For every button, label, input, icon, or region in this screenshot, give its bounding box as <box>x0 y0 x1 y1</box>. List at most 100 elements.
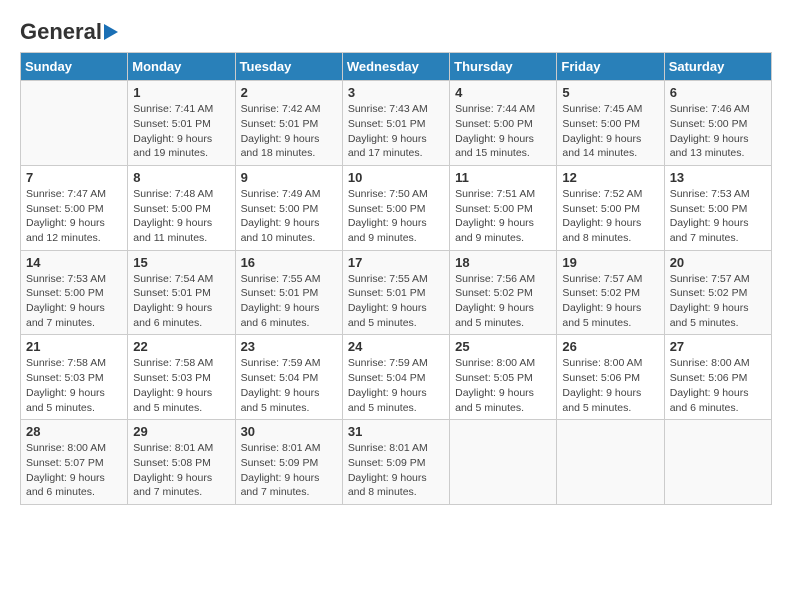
calendar-day-cell: 25Sunrise: 8:00 AMSunset: 5:05 PMDayligh… <box>450 335 557 420</box>
day-info: Sunrise: 7:54 AMSunset: 5:01 PMDaylight:… <box>133 272 229 331</box>
day-info: Sunrise: 7:48 AMSunset: 5:00 PMDaylight:… <box>133 187 229 246</box>
calendar-day-cell: 26 Sunrise: 8:00 AMSunset: 5:06 PMDayligh… <box>557 335 664 420</box>
calendar-day-cell: 27 Sunrise: 8:00 AMSunset: 5:06 PMDayligh… <box>664 335 771 420</box>
day-number: 11 <box>455 170 551 185</box>
day-number: 21 <box>26 339 122 354</box>
calendar-week-row: 7 Sunrise: 7:47 AMSunset: 5:00 PMDaylight… <box>21 165 772 250</box>
logo-arrow-icon <box>104 24 118 40</box>
calendar-week-row: 1 Sunrise: 7:41 AMSunset: 5:01 PMDaylight… <box>21 81 772 166</box>
calendar-day-cell: 3 Sunrise: 7:43 AMSunset: 5:01 PMDaylight… <box>342 81 449 166</box>
day-number: 30 <box>241 424 337 439</box>
weekday-header: Saturday <box>664 53 771 81</box>
calendar-day-cell <box>557 420 664 505</box>
weekday-header: Sunday <box>21 53 128 81</box>
day-info: Sunrise: 7:59 AMSunset: 5:04 PMDaylight:… <box>348 356 444 415</box>
calendar-table: SundayMondayTuesdayWednesdayThursdayFrid… <box>20 52 772 505</box>
calendar-day-cell <box>664 420 771 505</box>
day-info: Sunrise: 8:00 AMSunset: 5:06 PMDaylight:… <box>562 356 658 415</box>
calendar-day-cell: 15Sunrise: 7:54 AMSunset: 5:01 PMDayligh… <box>128 250 235 335</box>
day-number: 5 <box>562 85 658 100</box>
day-info: Sunrise: 7:56 AMSunset: 5:02 PMDaylight:… <box>455 272 551 331</box>
calendar-day-cell: 31Sunrise: 8:01 AMSunset: 5:09 PMDayligh… <box>342 420 449 505</box>
day-number: 24 <box>348 339 444 354</box>
calendar-day-cell: 13 Sunrise: 7:53 AMSunset: 5:00 PMDayligh… <box>664 165 771 250</box>
day-info: Sunrise: 7:41 AMSunset: 5:01 PMDaylight:… <box>133 102 229 161</box>
day-number: 14 <box>26 255 122 270</box>
calendar-day-cell: 28 Sunrise: 8:00 AMSunset: 5:07 PMDayligh… <box>21 420 128 505</box>
day-number: 10 <box>348 170 444 185</box>
day-number: 27 <box>670 339 766 354</box>
day-info: Sunrise: 7:45 AMSunset: 5:00 PMDaylight:… <box>562 102 658 161</box>
day-number: 29 <box>133 424 229 439</box>
day-number: 28 <box>26 424 122 439</box>
calendar-day-cell: 30 Sunrise: 8:01 AMSunset: 5:09 PMDayligh… <box>235 420 342 505</box>
day-info: Sunrise: 8:00 AMSunset: 5:07 PMDaylight:… <box>26 441 122 500</box>
day-number: 2 <box>241 85 337 100</box>
calendar-header-row: SundayMondayTuesdayWednesdayThursdayFrid… <box>21 53 772 81</box>
calendar-day-cell: 17 Sunrise: 7:55 AMSunset: 5:01 PMDayligh… <box>342 250 449 335</box>
calendar-day-cell <box>21 81 128 166</box>
day-number: 13 <box>670 170 766 185</box>
day-info: Sunrise: 7:53 AMSunset: 5:00 PMDaylight:… <box>670 187 766 246</box>
calendar-day-cell: 1 Sunrise: 7:41 AMSunset: 5:01 PMDaylight… <box>128 81 235 166</box>
day-info: Sunrise: 8:01 AMSunset: 5:08 PMDaylight:… <box>133 441 229 500</box>
calendar-day-cell: 10 Sunrise: 7:50 AMSunset: 5:00 PMDayligh… <box>342 165 449 250</box>
day-number: 16 <box>241 255 337 270</box>
day-number: 6 <box>670 85 766 100</box>
day-number: 19 <box>562 255 658 270</box>
weekday-header: Thursday <box>450 53 557 81</box>
calendar-week-row: 14Sunrise: 7:53 AMSunset: 5:00 PMDayligh… <box>21 250 772 335</box>
calendar-day-cell: 23 Sunrise: 7:59 AMSunset: 5:04 PMDayligh… <box>235 335 342 420</box>
calendar-day-cell: 19 Sunrise: 7:57 AMSunset: 5:02 PMDayligh… <box>557 250 664 335</box>
weekday-header: Friday <box>557 53 664 81</box>
day-info: Sunrise: 8:00 AMSunset: 5:05 PMDaylight:… <box>455 356 551 415</box>
day-info: Sunrise: 7:58 AMSunset: 5:03 PMDaylight:… <box>133 356 229 415</box>
day-info: Sunrise: 8:01 AMSunset: 5:09 PMDaylight:… <box>241 441 337 500</box>
day-info: Sunrise: 7:42 AMSunset: 5:01 PMDaylight:… <box>241 102 337 161</box>
calendar-day-cell: 7 Sunrise: 7:47 AMSunset: 5:00 PMDaylight… <box>21 165 128 250</box>
logo: General <box>20 20 118 44</box>
calendar-week-row: 21 Sunrise: 7:58 AMSunset: 5:03 PMDayligh… <box>21 335 772 420</box>
day-number: 1 <box>133 85 229 100</box>
logo-text-general: General <box>20 20 102 44</box>
calendar-day-cell <box>450 420 557 505</box>
day-number: 3 <box>348 85 444 100</box>
day-number: 18 <box>455 255 551 270</box>
day-info: Sunrise: 7:52 AMSunset: 5:00 PMDaylight:… <box>562 187 658 246</box>
weekday-header: Wednesday <box>342 53 449 81</box>
calendar-day-cell: 6 Sunrise: 7:46 AMSunset: 5:00 PMDaylight… <box>664 81 771 166</box>
day-number: 23 <box>241 339 337 354</box>
weekday-header: Monday <box>128 53 235 81</box>
calendar-day-cell: 20 Sunrise: 7:57 AMSunset: 5:02 PMDayligh… <box>664 250 771 335</box>
day-number: 17 <box>348 255 444 270</box>
calendar-day-cell: 2 Sunrise: 7:42 AMSunset: 5:01 PMDaylight… <box>235 81 342 166</box>
day-info: Sunrise: 7:59 AMSunset: 5:04 PMDaylight:… <box>241 356 337 415</box>
page-header: General <box>20 20 772 44</box>
calendar-day-cell: 5 Sunrise: 7:45 AMSunset: 5:00 PMDaylight… <box>557 81 664 166</box>
weekday-header: Tuesday <box>235 53 342 81</box>
day-info: Sunrise: 7:55 AMSunset: 5:01 PMDaylight:… <box>348 272 444 331</box>
day-number: 8 <box>133 170 229 185</box>
day-info: Sunrise: 7:43 AMSunset: 5:01 PMDaylight:… <box>348 102 444 161</box>
day-number: 22 <box>133 339 229 354</box>
day-number: 20 <box>670 255 766 270</box>
calendar-day-cell: 8 Sunrise: 7:48 AMSunset: 5:00 PMDaylight… <box>128 165 235 250</box>
day-info: Sunrise: 8:00 AMSunset: 5:06 PMDaylight:… <box>670 356 766 415</box>
day-info: Sunrise: 7:57 AMSunset: 5:02 PMDaylight:… <box>670 272 766 331</box>
calendar-day-cell: 22 Sunrise: 7:58 AMSunset: 5:03 PMDayligh… <box>128 335 235 420</box>
calendar-day-cell: 9Sunrise: 7:49 AMSunset: 5:00 PMDaylight… <box>235 165 342 250</box>
day-info: Sunrise: 7:46 AMSunset: 5:00 PMDaylight:… <box>670 102 766 161</box>
day-info: Sunrise: 7:50 AMSunset: 5:00 PMDaylight:… <box>348 187 444 246</box>
calendar-week-row: 28 Sunrise: 8:00 AMSunset: 5:07 PMDayligh… <box>21 420 772 505</box>
day-number: 26 <box>562 339 658 354</box>
day-info: Sunrise: 7:47 AMSunset: 5:00 PMDaylight:… <box>26 187 122 246</box>
calendar-day-cell: 21Sunrise: 7:58 AMSunset: 5:03 PMDayligh… <box>21 335 128 420</box>
day-number: 31 <box>348 424 444 439</box>
day-number: 4 <box>455 85 551 100</box>
day-info: Sunrise: 7:49 AMSunset: 5:00 PMDaylight:… <box>241 187 337 246</box>
calendar-day-cell: 14Sunrise: 7:53 AMSunset: 5:00 PMDayligh… <box>21 250 128 335</box>
day-info: Sunrise: 7:57 AMSunset: 5:02 PMDaylight:… <box>562 272 658 331</box>
calendar-day-cell: 18 Sunrise: 7:56 AMSunset: 5:02 PMDayligh… <box>450 250 557 335</box>
calendar-day-cell: 11Sunrise: 7:51 AMSunset: 5:00 PMDayligh… <box>450 165 557 250</box>
day-number: 7 <box>26 170 122 185</box>
